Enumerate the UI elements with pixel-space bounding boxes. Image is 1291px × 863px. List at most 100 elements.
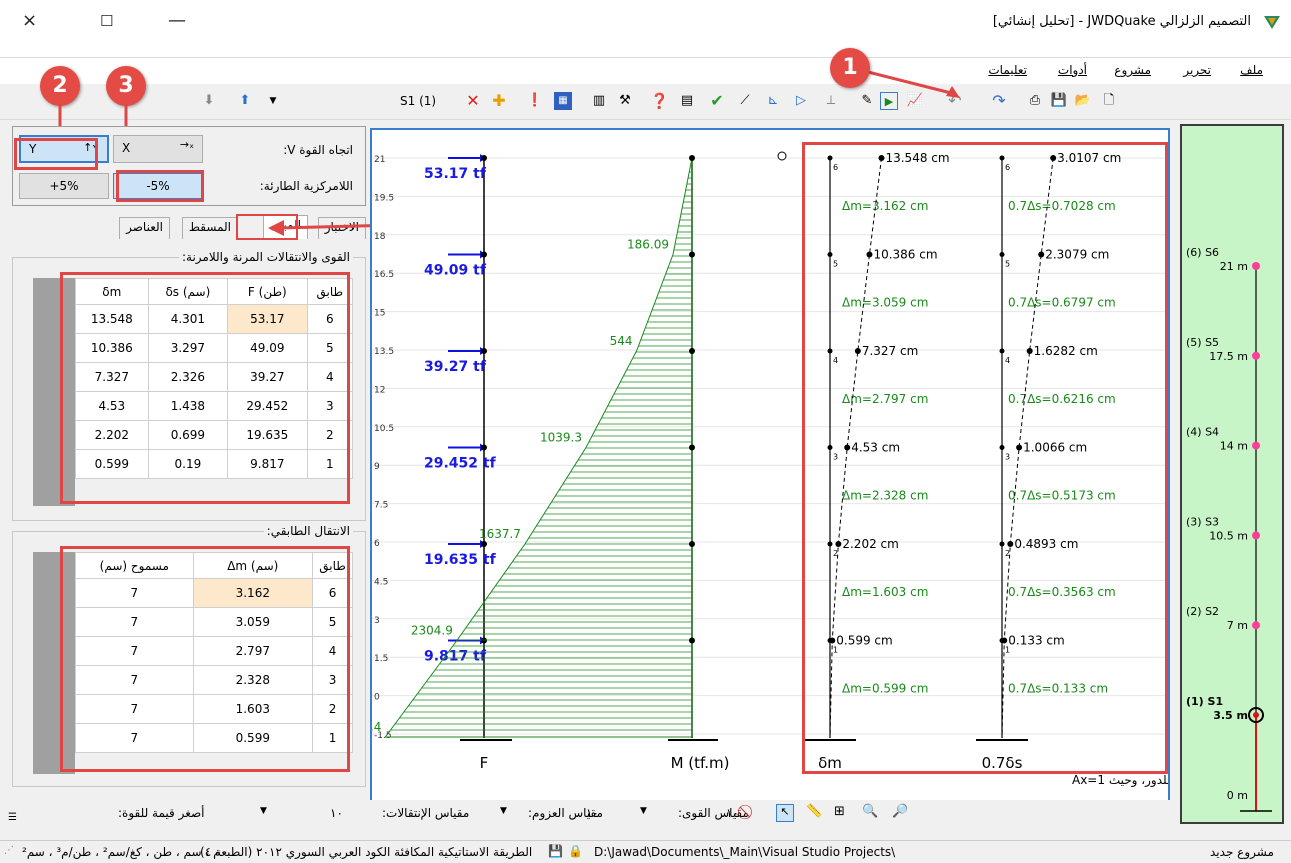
ecc-plus-button[interactable]: +5% xyxy=(19,173,109,199)
measure-icon[interactable]: 📏 xyxy=(806,804,822,819)
disp-scale-value[interactable]: ١٠ xyxy=(330,806,343,820)
cell-f[interactable]: 53.17 xyxy=(227,304,308,334)
table-row[interactable]: 7 3.059 5 xyxy=(75,607,353,637)
cell-drift[interactable]: 3.162 xyxy=(192,578,314,608)
cell-f[interactable]: 19.635 xyxy=(227,420,308,450)
cell-drift[interactable]: 0.599 xyxy=(192,723,314,753)
ecc-minus-button[interactable]: -5% xyxy=(113,173,203,199)
cell-allowed[interactable]: 7 xyxy=(75,694,194,724)
section-l-icon[interactable]: ⊾ xyxy=(764,92,782,110)
calculator-icon[interactable]: ▤ xyxy=(678,92,696,110)
menu-file[interactable]: ملف xyxy=(1240,63,1263,77)
save-icon[interactable]: 💾 xyxy=(1050,92,1068,110)
cell-f[interactable]: 9.817 xyxy=(227,449,308,479)
cell-ds[interactable]: 4.301 xyxy=(147,304,229,334)
cell-f[interactable]: 29.452 xyxy=(227,391,308,421)
table-row[interactable]: 4.53 1.438 29.452 3 xyxy=(75,391,354,421)
cell-drift[interactable]: 2.328 xyxy=(192,665,314,695)
cell-drift[interactable]: 1.603 xyxy=(192,694,314,724)
cell-floor[interactable]: 2 xyxy=(306,420,354,450)
story-panel[interactable]: (6) S6 21 m (5) S5 17.5 m (4) S4 14 m (3) S3 10… xyxy=(1180,124,1284,824)
table-row[interactable]: 7 3.162 6 xyxy=(75,578,353,608)
cell-ds[interactable]: 3.297 xyxy=(147,333,229,363)
cell-f[interactable]: 39.27 xyxy=(227,362,308,392)
min-force-dropdown[interactable]: ▼ xyxy=(260,806,267,816)
add-icon[interactable]: ✚ xyxy=(490,92,508,110)
delete-icon[interactable]: ✕ xyxy=(464,92,482,110)
menu-grip-icon[interactable]: ☰ xyxy=(8,812,17,823)
dir-x-button[interactable]: X →ₓ xyxy=(113,135,203,163)
cell-floor[interactable]: 2 xyxy=(312,694,353,724)
maximize-button[interactable]: ☐ xyxy=(100,12,113,30)
cell-dm[interactable]: 13.548 xyxy=(75,304,149,334)
zoom-extents-icon[interactable]: 🔎 xyxy=(892,804,908,819)
story-selector[interactable]: S1 (1) xyxy=(400,94,436,108)
open-folder-icon[interactable]: 📂 xyxy=(1074,92,1092,110)
zoom-window-icon[interactable]: ⊞ xyxy=(834,804,845,819)
cell-drift[interactable]: 2.797 xyxy=(192,636,314,666)
warning-icon[interactable]: ❗ xyxy=(526,92,544,110)
menu-help[interactable]: تعليمات xyxy=(988,63,1027,77)
cell-ds[interactable]: 0.699 xyxy=(147,420,229,450)
disp-scale-dropdown[interactable]: ▼ xyxy=(500,806,507,816)
cell-f[interactable]: 49.09 xyxy=(227,333,308,363)
check-icon[interactable]: ✔ xyxy=(708,92,726,110)
dir-y-button[interactable]: Y ↑ʏ xyxy=(19,135,109,163)
beam-icon[interactable]: ⟋ xyxy=(736,92,754,110)
cell-allowed[interactable]: 7 xyxy=(75,636,194,666)
table-row[interactable]: 0.599 0.19 9.817 1 xyxy=(75,449,354,479)
cell-allowed[interactable]: 7 xyxy=(75,723,194,753)
table-row[interactable]: 7 2.797 4 xyxy=(75,636,353,666)
menu-project[interactable]: مشروع xyxy=(1114,63,1151,77)
new-file-icon[interactable]: 🗋 xyxy=(1100,92,1118,110)
dropdown-icon[interactable]: ▼ xyxy=(264,92,282,110)
close-button[interactable]: × xyxy=(22,10,37,31)
menu-tools[interactable]: أدوات xyxy=(1058,63,1087,77)
cell-drift[interactable]: 3.059 xyxy=(192,607,314,637)
cell-ds[interactable]: 1.438 xyxy=(147,391,229,421)
cell-allowed[interactable]: 7 xyxy=(75,578,194,608)
table-row[interactable]: 13.548 4.301 53.17 6 xyxy=(75,304,354,334)
select-pointer-icon[interactable]: ↖ xyxy=(776,804,794,822)
cell-dm[interactable]: 2.202 xyxy=(75,420,149,450)
menu-edit[interactable]: تحرير xyxy=(1183,63,1211,77)
print-icon[interactable]: ⎙ xyxy=(1026,92,1044,110)
cell-dm[interactable]: 0.599 xyxy=(75,449,149,479)
cell-floor[interactable]: 5 xyxy=(306,333,354,363)
table-row[interactable]: 7 2.328 3 xyxy=(75,665,353,695)
table-row[interactable]: 7 1.603 2 xyxy=(75,694,353,724)
moment-scale-dropdown[interactable]: ▼ xyxy=(640,806,647,816)
cell-floor[interactable]: 1 xyxy=(306,449,354,479)
minimize-button[interactable]: — xyxy=(168,10,186,31)
help-icon[interactable]: ❓ xyxy=(650,92,669,110)
drawing-canvas[interactable]: 21 19.5 18 16.5 15 13.5 12 10.5 9 7.5 6 4.5 3 1.5 0 -1.… xyxy=(370,128,1170,804)
columns-icon[interactable]: ▥ xyxy=(590,92,608,110)
cell-ds[interactable]: 2.326 xyxy=(147,362,229,392)
cell-floor[interactable]: 3 xyxy=(306,391,354,421)
triangle-icon[interactable]: ▷ xyxy=(792,92,810,110)
cell-dm[interactable]: 7.327 xyxy=(75,362,149,392)
cell-allowed[interactable]: 7 xyxy=(75,665,194,695)
tab-plan[interactable]: المسقط xyxy=(181,217,238,239)
cell-allowed[interactable]: 7 xyxy=(75,607,194,637)
table-row[interactable]: 10.386 3.297 49.09 5 xyxy=(75,333,354,363)
cell-dm[interactable]: 10.386 xyxy=(75,333,149,363)
tab-elements[interactable]: العناصر xyxy=(119,217,170,239)
grid-icon[interactable]: ▦ xyxy=(554,92,572,110)
tools-icon[interactable]: ⚒ xyxy=(616,92,634,110)
cell-floor[interactable]: 1 xyxy=(312,723,353,753)
cell-floor[interactable]: 5 xyxy=(312,607,353,637)
table-row[interactable]: 2.202 0.699 19.635 2 xyxy=(75,420,354,450)
cell-floor[interactable]: 4 xyxy=(312,636,353,666)
zoom-icon[interactable]: 🔍 xyxy=(862,804,878,819)
cell-floor[interactable]: 6 xyxy=(306,304,354,334)
cell-floor[interactable]: 6 xyxy=(312,578,353,608)
table-row[interactable]: 7.327 2.326 39.27 4 xyxy=(75,362,354,392)
table-row[interactable]: 7 0.599 1 xyxy=(75,723,353,753)
cell-floor[interactable]: 3 xyxy=(312,665,353,695)
ruler-icon[interactable]: ⟂ xyxy=(822,92,840,110)
cell-dm[interactable]: 4.53 xyxy=(75,391,149,421)
arrow-down-icon[interactable]: ⬇ xyxy=(200,92,218,110)
redo-icon[interactable]: ↷ xyxy=(990,92,1008,110)
arrow-up-icon[interactable]: ⬆ xyxy=(236,92,254,110)
